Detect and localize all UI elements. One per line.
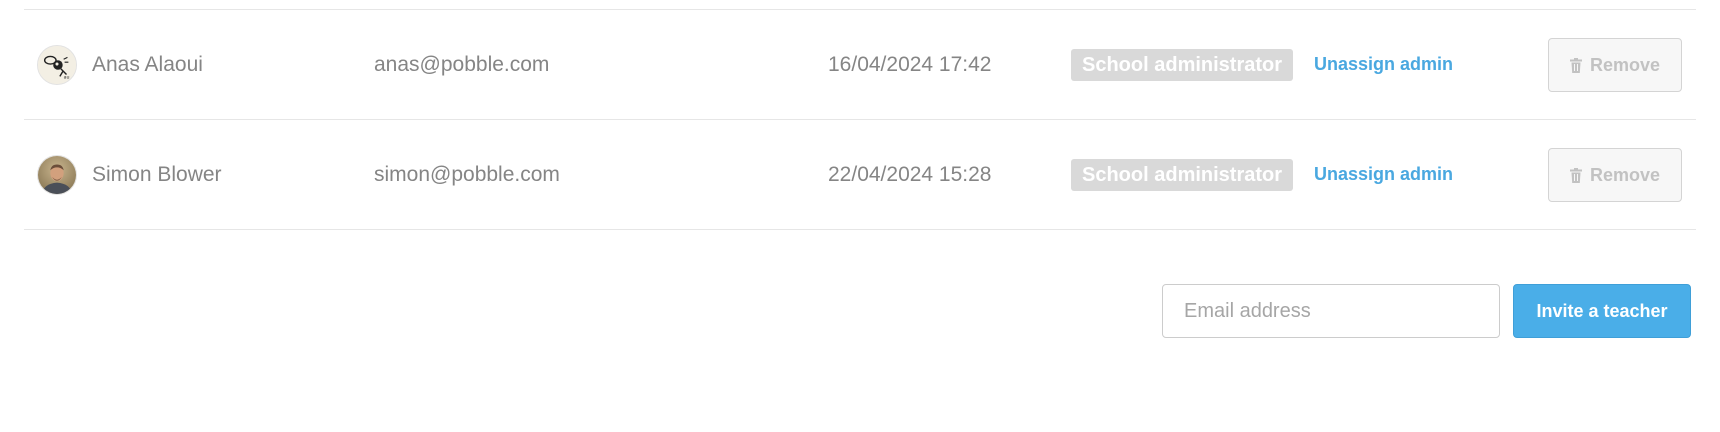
teachers-table: au Anas Alaoui anas@pobble.com 16/04/202…: [24, 0, 1696, 230]
photo-avatar-icon: [38, 156, 76, 194]
teacher-email: anas@pobble.com: [374, 52, 550, 76]
table-row: Simon Blower simon@pobble.com 22/04/2024…: [24, 120, 1696, 230]
teacher-name: Simon Blower: [92, 162, 222, 186]
cartoon-avatar-icon: au: [38, 46, 76, 84]
table-row: au Anas Alaoui anas@pobble.com 16/04/202…: [24, 10, 1696, 120]
svg-text:au: au: [64, 75, 70, 80]
avatar: au: [37, 45, 77, 85]
avatar: [37, 155, 77, 195]
remove-button[interactable]: Remove: [1548, 148, 1682, 202]
trash-icon: [1569, 167, 1582, 183]
role-badge: School administrator: [1071, 159, 1294, 191]
teacher-date: 22/04/2024 15:28: [828, 162, 992, 186]
email-address-input[interactable]: [1162, 284, 1500, 338]
remove-button-label: Remove: [1589, 54, 1661, 75]
teacher-email: simon@pobble.com: [374, 162, 560, 186]
remove-button-label: Remove: [1589, 164, 1661, 185]
remove-button[interactable]: Remove: [1548, 38, 1682, 92]
unassign-admin-link[interactable]: Unassign admin: [1314, 120, 1453, 229]
table-top-divider: [24, 0, 1696, 10]
trash-icon: [1569, 57, 1582, 73]
invite-teacher-button[interactable]: Invite a teacher: [1513, 284, 1691, 338]
teacher-name: Anas Alaoui: [92, 52, 203, 76]
teacher-date: 16/04/2024 17:42: [828, 52, 992, 76]
role-badge: School administrator: [1071, 49, 1294, 81]
unassign-admin-link[interactable]: Unassign admin: [1314, 10, 1453, 119]
